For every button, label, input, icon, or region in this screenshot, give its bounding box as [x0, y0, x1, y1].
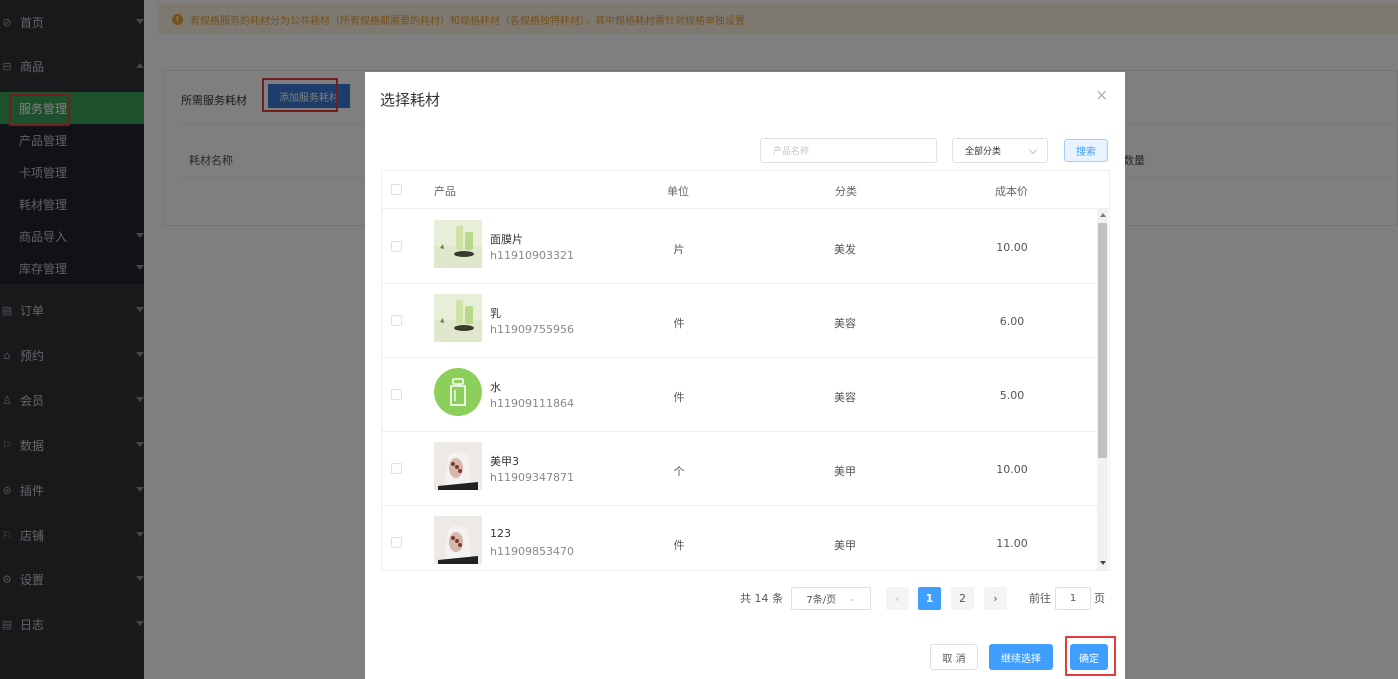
- cost-cell: 10.00: [996, 241, 1028, 254]
- column-header-product: 产品: [434, 185, 456, 198]
- product-name: 水: [490, 381, 501, 394]
- cost-cell: 6.00: [999, 315, 1025, 328]
- table-row[interactable]: 面膜片 h11910903321 片 美发 10.00: [382, 210, 1097, 284]
- goto-label: 前往: [1029, 592, 1051, 605]
- product-name: 面膜片: [490, 233, 523, 246]
- product-thumbnail: [434, 516, 482, 564]
- chevron-down-icon: ⌄: [848, 593, 856, 604]
- table-row[interactable]: 123 h11909853470 件 美甲 11.00: [382, 506, 1097, 570]
- column-header-category: 分类: [835, 185, 857, 198]
- row-checkbox[interactable]: [391, 463, 402, 474]
- unit-cell: 件: [673, 391, 685, 404]
- continue-select-button[interactable]: 继续选择: [989, 644, 1053, 670]
- column-header-unit: 单位: [667, 185, 689, 198]
- product-name-input[interactable]: 产品名称: [760, 138, 937, 163]
- table-row[interactable]: 美甲3 h11909347871 个 美甲 10.00: [382, 432, 1097, 506]
- product-thumbnail: [434, 442, 482, 490]
- product-code: h11909853470: [490, 545, 574, 558]
- product-name: 123: [490, 527, 511, 540]
- page-suffix: 页: [1094, 592, 1105, 605]
- bottle-icon: [434, 368, 482, 416]
- pagination-total: 共 14 条: [740, 592, 783, 605]
- row-checkbox[interactable]: [391, 537, 402, 548]
- column-header-cost: 成本价: [995, 185, 1028, 198]
- product-thumbnail: [434, 294, 482, 342]
- table-row[interactable]: 水 h11909111864 件 美容 5.00: [382, 358, 1097, 432]
- category-cell: 美甲: [834, 465, 856, 478]
- highlight-box-confirm: [1065, 636, 1116, 676]
- close-icon[interactable]: ×: [1095, 86, 1108, 104]
- page-size-select[interactable]: 7条/页 ⌄: [791, 587, 871, 610]
- chevron-down-icon: [1028, 145, 1038, 155]
- dialog-title: 选择耗材: [380, 91, 441, 109]
- product-name: 乳: [490, 307, 501, 320]
- scroll-up-icon[interactable]: [1100, 213, 1106, 217]
- prev-page-button[interactable]: ‹: [886, 587, 909, 610]
- scroll-down-icon[interactable]: [1100, 561, 1106, 565]
- row-checkbox[interactable]: [391, 241, 402, 252]
- page-button-1[interactable]: 1: [918, 587, 941, 610]
- consumable-table: 产品 单位 分类 成本价 面膜片 h11910903321 片 美发 10.00…: [381, 170, 1110, 571]
- unit-cell: 片: [673, 243, 685, 256]
- product-code: h11909347871: [490, 471, 574, 484]
- unit-cell: 件: [673, 539, 685, 552]
- product-code: h11910903321: [490, 249, 574, 262]
- next-page-button[interactable]: ›: [984, 587, 1007, 610]
- category-cell: 美甲: [834, 539, 856, 552]
- goto-page-input[interactable]: 1: [1055, 587, 1091, 610]
- cost-cell: 11.00: [996, 537, 1028, 550]
- category-cell: 美发: [834, 243, 856, 256]
- page-button-2[interactable]: 2: [951, 587, 974, 610]
- category-select-value: 全部分类: [965, 147, 1002, 157]
- category-cell: 美容: [834, 391, 856, 404]
- category-cell: 美容: [834, 317, 856, 330]
- table-header: 产品 单位 分类 成本价: [382, 171, 1109, 209]
- category-select[interactable]: 全部分类: [952, 138, 1048, 163]
- cost-cell: 5.00: [999, 389, 1025, 402]
- select-consumable-dialog: 选择耗材 × 产品名称 全部分类 搜索 产品 单位 分类 成本价 面膜片 h11…: [365, 72, 1125, 679]
- product-code: h11909755956: [490, 323, 574, 336]
- table-row[interactable]: 乳 h11909755956 件 美容 6.00: [382, 284, 1097, 358]
- product-thumbnail: [434, 220, 482, 268]
- product-name: 美甲3: [490, 455, 519, 468]
- cost-cell: 10.00: [996, 463, 1028, 476]
- search-button[interactable]: 搜索: [1064, 139, 1108, 162]
- row-checkbox[interactable]: [391, 315, 402, 326]
- unit-cell: 个: [673, 465, 685, 478]
- select-all-checkbox[interactable]: [391, 184, 402, 195]
- unit-cell: 件: [673, 317, 685, 330]
- page-size-value: 7条/页: [806, 595, 837, 606]
- row-checkbox[interactable]: [391, 389, 402, 400]
- product-code: h11909111864: [490, 397, 574, 410]
- scrollbar-thumb[interactable]: [1098, 223, 1107, 458]
- cancel-button[interactable]: 取 消: [930, 644, 978, 670]
